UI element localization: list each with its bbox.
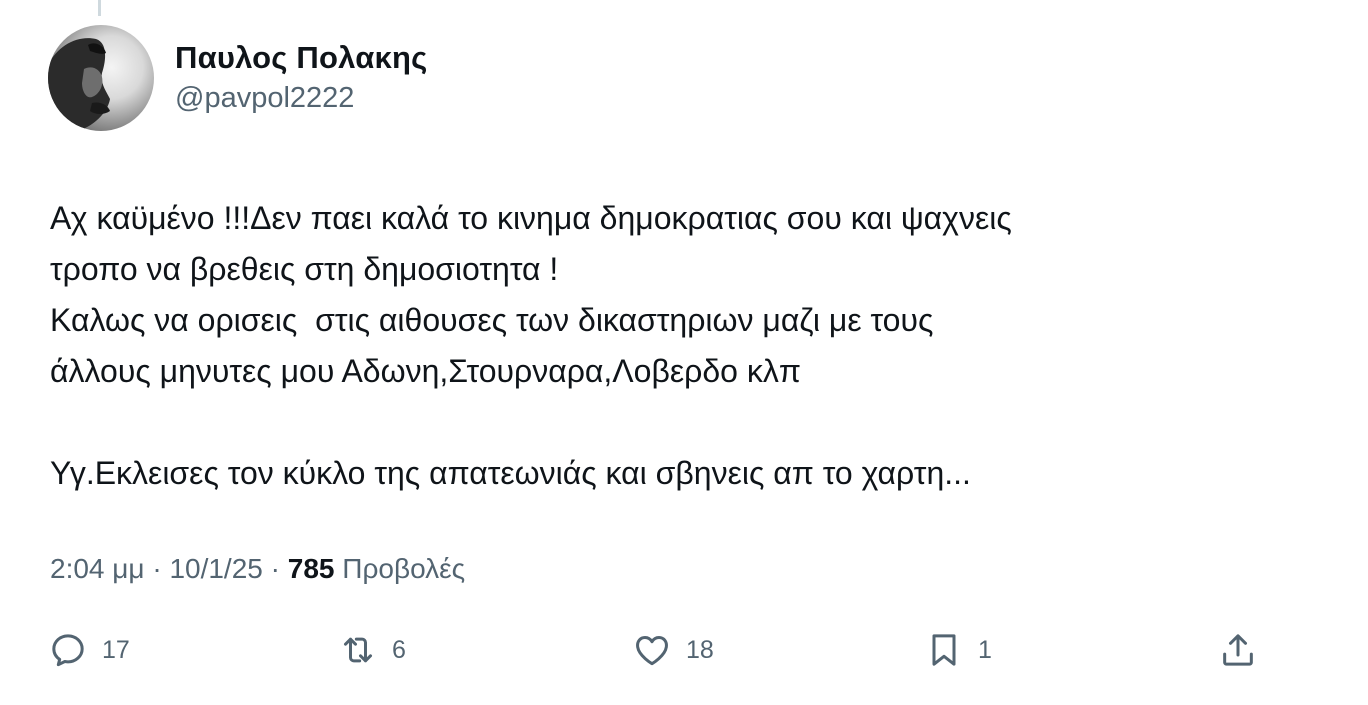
reply-count: 17 xyxy=(102,635,130,664)
like-button[interactable]: 18 xyxy=(632,622,714,678)
thread-connector-line xyxy=(98,0,101,16)
author-names: Παυλος Πολακης @pavpol2222 xyxy=(175,39,427,117)
like-count: 18 xyxy=(686,635,714,664)
reply-button[interactable]: 17 xyxy=(48,622,130,678)
reply-icon xyxy=(52,634,84,667)
repost-icon xyxy=(344,637,372,663)
share-button[interactable] xyxy=(1218,622,1258,678)
heart-icon xyxy=(636,636,668,666)
author-handle[interactable]: @pavpol2222 xyxy=(175,79,427,117)
bookmark-count: 1 xyxy=(978,635,992,664)
meta-separator: · xyxy=(262,553,288,584)
avatar[interactable] xyxy=(48,25,154,131)
repost-count: 6 xyxy=(392,635,406,664)
author-display-name[interactable]: Παυλος Πολακης xyxy=(175,39,427,77)
views-count: 785 xyxy=(287,553,335,584)
action-bar: 17 6 18 1 xyxy=(0,622,1368,678)
meta-separator: · xyxy=(144,553,170,584)
bookmark-button[interactable]: 1 xyxy=(924,622,992,678)
tweet-text: Αχ καϋμένο !!!Δεν παει καλά το κινημα δη… xyxy=(50,200,1012,491)
bookmark-icon xyxy=(932,634,956,666)
share-icon xyxy=(1223,634,1253,666)
tweet-meta: 2:04 μμ · 10/1/25 · 785 Προβολές xyxy=(50,553,465,585)
tweet-date[interactable]: 10/1/25 xyxy=(169,553,262,585)
views-label: Προβολές xyxy=(334,553,466,584)
repost-button[interactable]: 6 xyxy=(338,622,406,678)
profile-photo-icon xyxy=(48,38,110,131)
tweet-time[interactable]: 2:04 μμ xyxy=(50,553,145,585)
tweet-header: Παυλος Πολακης @pavpol2222 xyxy=(48,24,427,132)
